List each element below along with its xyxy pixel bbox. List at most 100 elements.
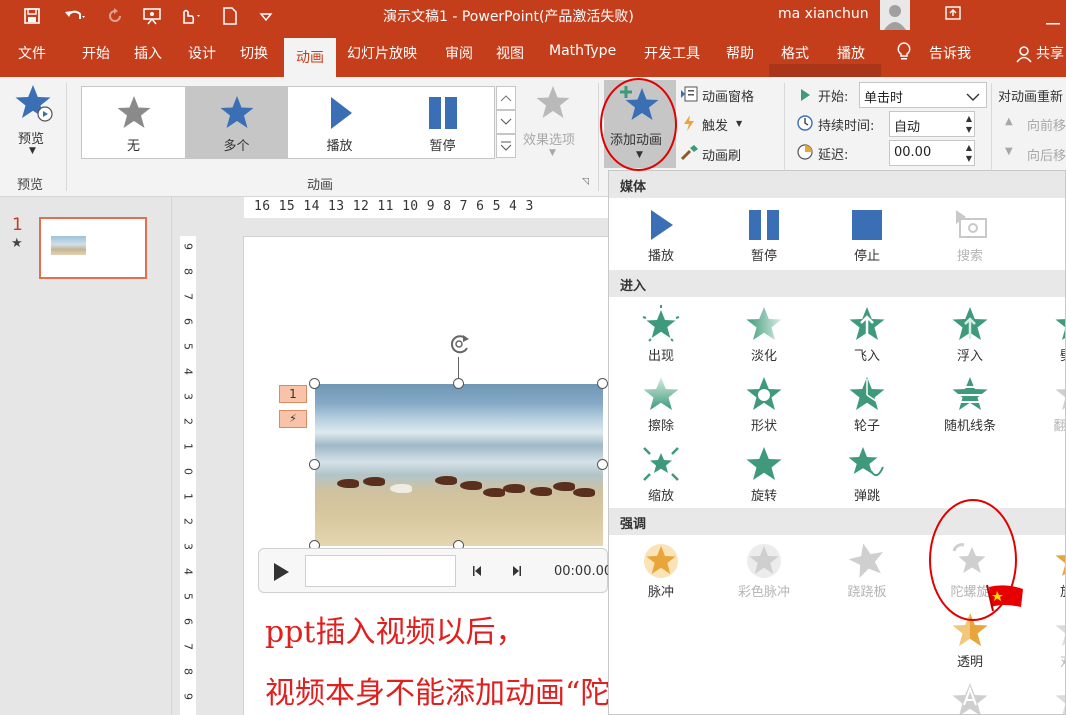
gallery-scroll-down[interactable]: [496, 110, 516, 134]
anim-label: 擦除: [647, 419, 674, 434]
anim-bounce[interactable]: 弹跳: [817, 445, 917, 504]
resize-handle[interactable]: [309, 459, 320, 470]
resize-handle[interactable]: [453, 378, 464, 389]
tab-design[interactable]: 设计: [188, 43, 216, 63]
step-forward-icon[interactable]: [509, 564, 523, 582]
tab-share[interactable]: 共享: [1036, 43, 1064, 63]
anim-random-bars[interactable]: 随机线条: [920, 375, 1020, 434]
spin-down-icon[interactable]: ▼: [966, 125, 972, 134]
tab-review[interactable]: 审阅: [445, 43, 473, 63]
tab-playback[interactable]: 播放: [837, 43, 865, 63]
touch-mode-icon[interactable]: [174, 4, 208, 28]
effect-options-button[interactable]: 效果选项: [523, 129, 575, 148]
move-earlier-button[interactable]: 向前移: [1027, 115, 1066, 134]
tab-insert[interactable]: 插入: [134, 43, 162, 63]
preview-button[interactable]: 预览: [18, 128, 44, 147]
spin-up-icon[interactable]: ▲: [966, 114, 972, 123]
avatar[interactable]: [880, 0, 910, 30]
video-object[interactable]: [315, 384, 603, 546]
gallery-more[interactable]: [496, 134, 516, 158]
tab-format[interactable]: 格式: [781, 43, 809, 63]
anim-media-seek[interactable]: 搜索: [920, 207, 1020, 264]
duration-field[interactable]: 自动 ▲ ▼: [889, 111, 975, 137]
redo-icon[interactable]: [104, 4, 126, 28]
slide-thumbnail[interactable]: [39, 217, 147, 279]
step-back-icon[interactable]: [471, 564, 485, 582]
anim-fade[interactable]: 淡化: [714, 305, 814, 364]
rotate-handle-icon[interactable]: [446, 331, 474, 361]
media-progress-track[interactable]: [305, 555, 456, 587]
anim-appear[interactable]: 出现: [611, 305, 711, 364]
anim-media-pause[interactable]: 暂停: [714, 207, 814, 264]
anim-shape[interactable]: 形状: [714, 375, 814, 434]
gallery-item-none[interactable]: 无: [82, 87, 185, 158]
anim-float-in[interactable]: 浮入: [920, 305, 1020, 364]
anim-object-color[interactable]: 对象: [1023, 611, 1065, 670]
resize-handle[interactable]: [309, 378, 320, 389]
gallery-item-label: 播放: [326, 139, 353, 154]
animation-order-tag[interactable]: 1: [279, 385, 307, 403]
gallery-scroll-up[interactable]: [496, 86, 516, 110]
move-later-button[interactable]: 向后移: [1027, 145, 1066, 164]
tab-help[interactable]: 帮助: [726, 43, 754, 63]
start-select[interactable]: 单击时: [859, 82, 987, 108]
anim-fly-in[interactable]: 飞入: [817, 305, 917, 364]
resize-handle[interactable]: [597, 378, 608, 389]
start-select-value: 单击时: [864, 91, 904, 106]
anim-media-play[interactable]: 播放: [611, 207, 711, 264]
preview-star-icon[interactable]: [14, 83, 54, 123]
anim-media-stop[interactable]: 停止: [817, 207, 917, 264]
tab-view[interactable]: 视图: [496, 43, 524, 63]
anim-wipe[interactable]: 擦除: [611, 375, 711, 434]
animation-painter-button[interactable]: 动画刷: [702, 145, 741, 164]
pause-icon: [749, 210, 779, 240]
anim-zoom[interactable]: 缩放: [611, 445, 711, 504]
gallery-item-pause[interactable]: 暂停: [391, 87, 494, 158]
anim-swivel[interactable]: 旋转: [714, 445, 814, 504]
delay-field[interactable]: 00.00 ▲ ▼: [889, 140, 975, 166]
gallery-item-play[interactable]: 播放: [288, 87, 391, 158]
ribbon-display-options-icon[interactable]: [944, 4, 962, 28]
anim-label: 停止: [853, 249, 880, 264]
video-frame-detail: [503, 484, 525, 493]
tab-animations[interactable]: 动画: [284, 38, 336, 77]
trigger-tag[interactable]: ⚡: [279, 410, 307, 428]
start-slideshow-icon[interactable]: [140, 4, 164, 28]
tab-slideshow[interactable]: 幻灯片放映: [347, 43, 417, 63]
lightbulb-icon[interactable]: [896, 41, 912, 65]
anim-color-pulse[interactable]: 彩色脉冲: [714, 541, 814, 600]
trigger-button[interactable]: 触发: [702, 115, 728, 134]
trigger-arrow[interactable]: ▼: [736, 119, 742, 128]
tab-tell-me[interactable]: 告诉我: [929, 43, 971, 63]
anim-darken[interactable]: [1023, 681, 1065, 714]
resize-handle[interactable]: [597, 459, 608, 470]
gallery-item-multiple[interactable]: 多个: [185, 87, 288, 158]
spin-up-icon[interactable]: ▲: [966, 143, 972, 152]
tab-file[interactable]: 文件: [18, 43, 46, 63]
tab-transitions[interactable]: 切换: [240, 43, 268, 63]
effect-options-arrow[interactable]: ▼: [549, 148, 556, 158]
tab-mathtype[interactable]: MathType: [549, 43, 616, 59]
user-name[interactable]: ma xianchun: [778, 6, 869, 22]
section-header-entrance: 进入: [609, 270, 1065, 297]
anim-font-color[interactable]: [920, 681, 1020, 714]
anim-teeter[interactable]: 跷跷板: [817, 541, 917, 600]
animation-pane-button[interactable]: 动画窗格: [702, 86, 754, 105]
save-icon[interactable]: [20, 4, 44, 28]
dialog-launcher-icon[interactable]: ◹: [582, 177, 589, 187]
anim-split[interactable]: 劈裂: [1023, 305, 1065, 364]
anim-pulse[interactable]: 脉冲: [611, 541, 711, 600]
spin-down-icon[interactable]: ▼: [966, 154, 972, 163]
undo-icon[interactable]: [58, 4, 92, 28]
tab-developer[interactable]: 开发工具: [644, 43, 700, 63]
ruler-tick: 5: [181, 593, 195, 600]
anim-grow-shrink[interactable]: 放大: [1023, 541, 1065, 600]
anim-wheel[interactable]: 轮子: [817, 375, 917, 434]
tab-home[interactable]: 开始: [82, 43, 110, 63]
play-icon[interactable]: [272, 562, 290, 586]
preview-dropdown-arrow[interactable]: ▼: [29, 146, 36, 156]
new-file-icon[interactable]: [220, 4, 240, 28]
customize-qat-icon[interactable]: [256, 4, 276, 28]
anim-grow-turn[interactable]: 翻转式: [1023, 375, 1065, 434]
share-icon[interactable]: [1016, 45, 1032, 67]
